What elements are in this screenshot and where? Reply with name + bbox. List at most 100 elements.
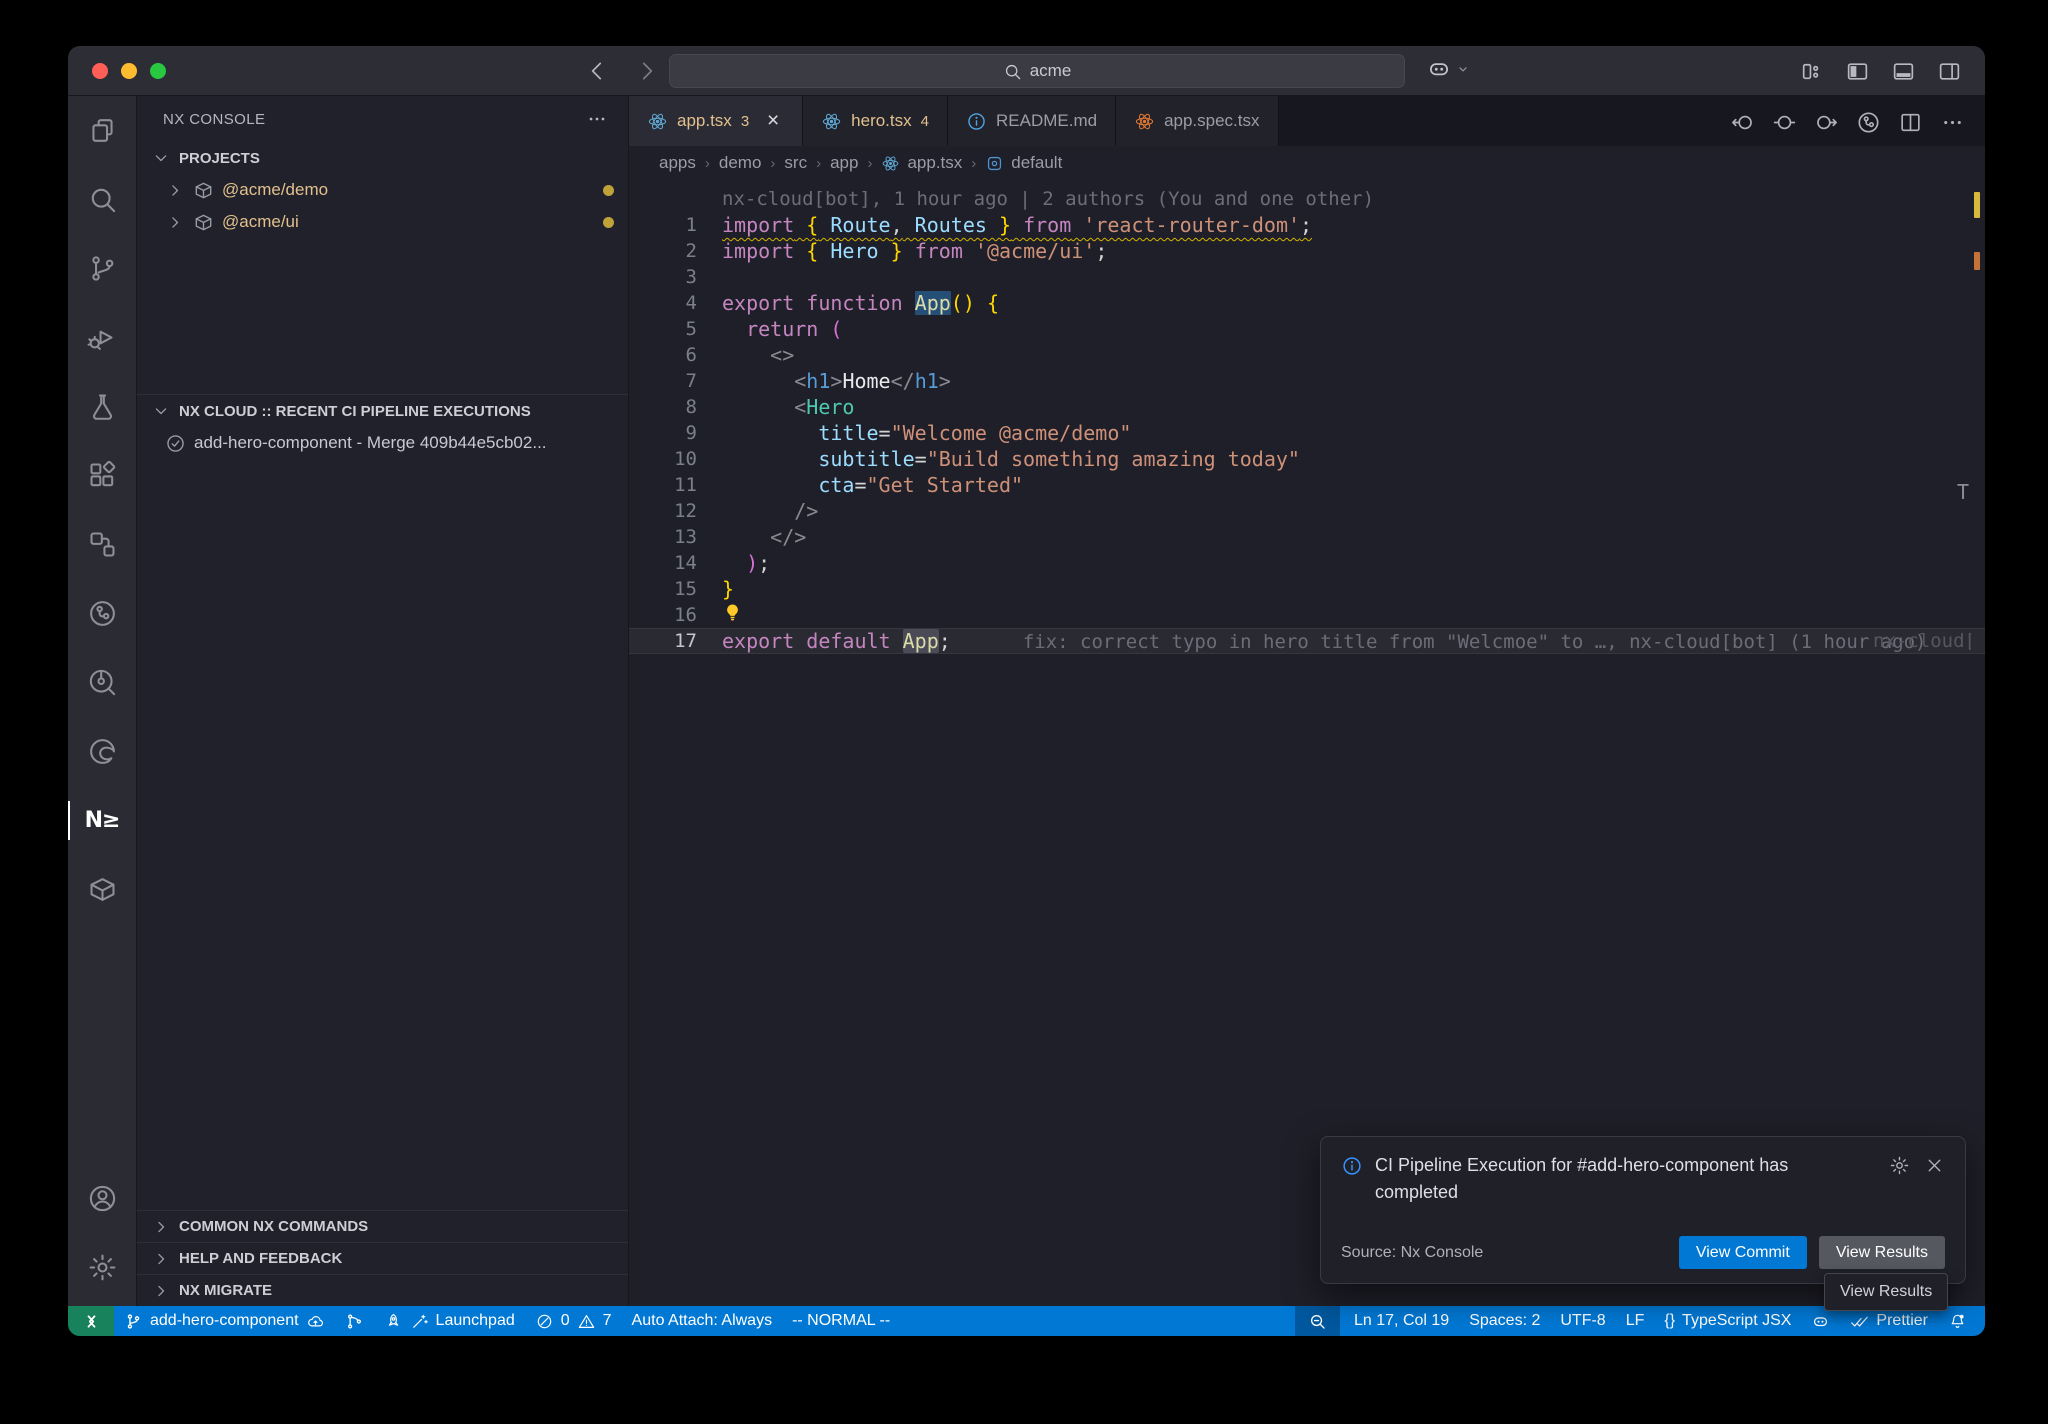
toggle-primary-sidebar-button[interactable] xyxy=(1841,55,1873,87)
breadcrumb-item[interactable]: apps xyxy=(659,153,696,173)
indentation-item[interactable]: Spaces: 2 xyxy=(1459,1306,1550,1336)
ci-pipeline-execution-item[interactable]: add-hero-component - Merge 409b44e5cb02.… xyxy=(137,427,628,459)
auto-attach-item[interactable]: Auto Attach: Always xyxy=(622,1306,783,1336)
tab-app-spec-tsx[interactable]: app.spec.tsx xyxy=(1116,96,1278,146)
line-number[interactable]: 3 xyxy=(629,264,697,290)
activity-item-related-views[interactable] xyxy=(68,510,137,579)
launchpad-item[interactable]: Launchpad xyxy=(374,1306,525,1336)
maximize-window-button[interactable] xyxy=(150,63,166,79)
code-line-16: 16 xyxy=(629,602,1985,628)
line-number[interactable]: 17 xyxy=(629,628,697,654)
more-actions-button[interactable] xyxy=(1935,105,1969,139)
sidebar-nx-console: NX CONSOLE PROJECTS @acme/demo @acme/ui … xyxy=(137,96,629,1306)
activity-item-containers[interactable] xyxy=(68,855,137,924)
breadcrumb-item[interactable]: src xyxy=(784,153,807,173)
language-item[interactable]: {}TypeScript JSX xyxy=(1654,1306,1801,1336)
collapsed-section-nx-migrate[interactable]: NX MIGRATE xyxy=(137,1274,628,1306)
git-branch-item[interactable]: add-hero-component xyxy=(114,1306,335,1336)
breadcrumb-item[interactable]: app xyxy=(830,153,858,173)
line-number[interactable]: 4 xyxy=(629,290,697,316)
line-number[interactable]: 16 xyxy=(629,602,697,628)
vim-mode-item[interactable]: -- NORMAL -- xyxy=(782,1306,900,1336)
code-line-3: 3 xyxy=(629,264,1985,290)
activity-item-manage-settings[interactable] xyxy=(68,1233,137,1302)
eol-item[interactable]: LF xyxy=(1616,1306,1655,1336)
search-icon xyxy=(1003,62,1022,81)
search-value: acme xyxy=(1030,61,1072,81)
zoom-item[interactable] xyxy=(1295,1306,1340,1336)
line-number[interactable]: 11 xyxy=(629,472,697,498)
minimize-window-button[interactable] xyxy=(121,63,137,79)
remote-indicator[interactable] xyxy=(68,1306,114,1336)
activity-item-extensions[interactable] xyxy=(68,441,137,510)
notification-settings-gear-icon[interactable] xyxy=(1889,1155,1910,1176)
collapsed-section-common-nx-commands[interactable]: COMMON NX COMMANDS xyxy=(137,1210,628,1242)
references-icon xyxy=(87,529,118,560)
tab-badge: 3 xyxy=(741,113,749,130)
activity-item-explorer[interactable] xyxy=(68,96,137,165)
breadcrumb-separator: › xyxy=(971,155,976,172)
close-tab-icon[interactable]: × xyxy=(762,110,784,132)
activity-item-gitlens-inspect[interactable] xyxy=(68,648,137,717)
activity-item-nx-console[interactable]: N≥ xyxy=(68,786,137,855)
next-change-button[interactable] xyxy=(1809,105,1843,139)
blame-annotation-row: nx-cloud[bot], 1 hour ago | 2 authors (Y… xyxy=(629,186,1985,212)
line-number[interactable]: 2 xyxy=(629,238,697,264)
nx-logo-icon: N≥ xyxy=(85,808,120,833)
problems-item[interactable]: 07 xyxy=(525,1306,622,1336)
package-icon xyxy=(193,180,214,201)
tabs: app.tsx 3 × hero.tsx 4 README.md app.spe… xyxy=(629,96,1279,146)
activity-item-edge-tools[interactable] xyxy=(68,717,137,786)
previous-change-button[interactable] xyxy=(1725,105,1759,139)
activity-item-run-and-debug[interactable] xyxy=(68,303,137,372)
line-number[interactable]: 7 xyxy=(629,368,697,394)
line-number[interactable]: 14 xyxy=(629,550,697,576)
more-actions-icon[interactable] xyxy=(586,108,608,130)
copilot-menu[interactable] xyxy=(1426,56,1472,82)
activity-item-nx-cloud[interactable] xyxy=(68,579,137,648)
lightbulb-icon[interactable] xyxy=(722,602,743,623)
wand-icon xyxy=(410,1312,429,1331)
line-number[interactable]: 12 xyxy=(629,498,697,524)
back-button[interactable] xyxy=(580,54,614,88)
tab-hero-tsx[interactable]: hero.tsx 4 xyxy=(803,96,948,146)
cursor-position-item[interactable]: Ln 17, Col 19 xyxy=(1344,1306,1459,1336)
git-graph-item[interactable] xyxy=(335,1306,374,1336)
gitlens-graph-button[interactable] xyxy=(1851,105,1885,139)
current-change-button[interactable] xyxy=(1767,105,1801,139)
nx-cloud-section-header[interactable]: NX CLOUD :: RECENT CI PIPELINE EXECUTION… xyxy=(137,395,628,427)
encoding-item[interactable]: UTF-8 xyxy=(1550,1306,1615,1336)
line-number[interactable]: 13 xyxy=(629,524,697,550)
forward-button[interactable] xyxy=(630,54,664,88)
line-number[interactable]: 15 xyxy=(629,576,697,602)
breadcrumb-item[interactable]: app.tsx xyxy=(881,153,962,173)
line-number[interactable]: 6 xyxy=(629,342,697,368)
tab-app-tsx[interactable]: app.tsx 3 × xyxy=(629,96,803,146)
tab-README-md[interactable]: README.md xyxy=(948,96,1116,146)
line-number[interactable]: 9 xyxy=(629,420,697,446)
line-number[interactable]: 8 xyxy=(629,394,697,420)
close-window-button[interactable] xyxy=(92,63,108,79)
line-number[interactable]: 1 xyxy=(629,212,697,238)
activity-item-source-control[interactable] xyxy=(68,234,137,303)
view-commit-button[interactable]: View Commit xyxy=(1679,1236,1807,1269)
project-tree-item[interactable]: @acme/demo xyxy=(137,174,628,206)
collapsed-section-help-and-feedback[interactable]: HELP AND FEEDBACK xyxy=(137,1242,628,1274)
project-tree-item[interactable]: @acme/ui xyxy=(137,206,628,238)
activity-item-search[interactable] xyxy=(68,165,137,234)
notification-close-icon[interactable] xyxy=(1924,1155,1945,1176)
modified-dot xyxy=(603,217,614,228)
customize-layout-button[interactable] xyxy=(1795,55,1827,87)
command-center-search[interactable]: acme xyxy=(669,54,1405,88)
activity-item-testing[interactable] xyxy=(68,372,137,441)
projects-section-header[interactable]: PROJECTS xyxy=(137,142,628,174)
toggle-panel-button[interactable] xyxy=(1887,55,1919,87)
split-editor-button[interactable] xyxy=(1893,105,1927,139)
breadcrumb-item[interactable]: demo xyxy=(719,153,762,173)
activity-item-accounts[interactable] xyxy=(68,1164,137,1233)
line-number[interactable]: 10 xyxy=(629,446,697,472)
line-number[interactable]: 5 xyxy=(629,316,697,342)
view-results-button[interactable]: View Results xyxy=(1819,1236,1945,1269)
breadcrumb-item[interactable]: default xyxy=(985,153,1062,173)
toggle-secondary-sidebar-button[interactable] xyxy=(1933,55,1965,87)
